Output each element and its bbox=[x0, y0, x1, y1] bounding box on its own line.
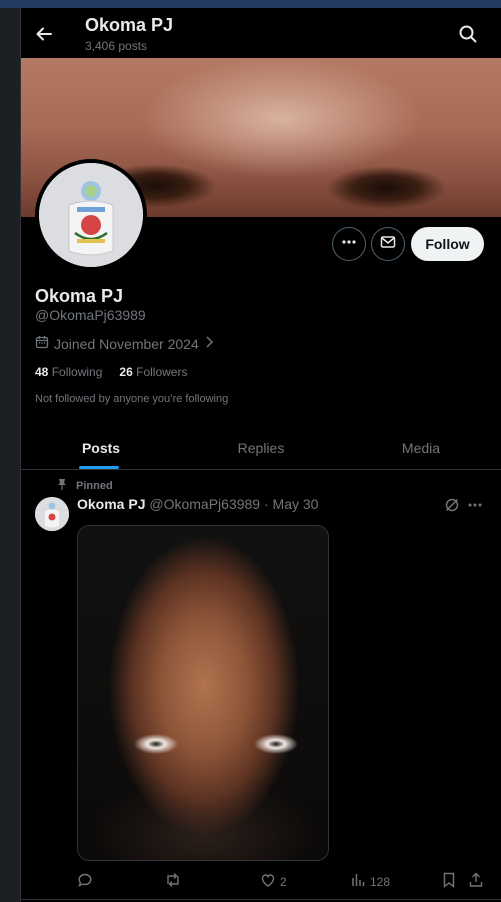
followers-link[interactable]: 26 Followers bbox=[119, 365, 187, 379]
reply-button[interactable] bbox=[77, 872, 93, 891]
envelope-icon bbox=[380, 234, 396, 255]
following-link[interactable]: 48 Following bbox=[35, 365, 102, 379]
tab-posts[interactable]: Posts bbox=[21, 426, 181, 469]
post-author-name[interactable]: Okoma PJ bbox=[77, 496, 145, 512]
left-gutter bbox=[0, 8, 20, 902]
pin-icon bbox=[57, 478, 67, 493]
grok-icon[interactable] bbox=[444, 497, 460, 518]
repost-button[interactable] bbox=[164, 872, 182, 891]
followers-label: Followers bbox=[136, 365, 188, 379]
post-divider bbox=[21, 899, 501, 900]
profile-tabs: Posts Replies Media bbox=[21, 426, 501, 470]
profile-name: Okoma PJ bbox=[35, 286, 124, 306]
tab-label: Posts bbox=[81, 439, 121, 456]
post-header: Okoma PJ @OkomaPj63989 · May 30 bbox=[77, 496, 318, 512]
following-label: Following bbox=[51, 365, 103, 379]
followers-count: 26 bbox=[119, 365, 133, 379]
active-tab-indicator bbox=[79, 466, 119, 469]
profile-column: Okoma PJ 3,406 posts Follow Okoma PJ @Ok… bbox=[21, 8, 501, 902]
not-followed-notice: Not followed by anyone you’re following bbox=[35, 393, 229, 405]
chevron-right-icon[interactable] bbox=[204, 335, 214, 352]
arrow-left-icon[interactable] bbox=[34, 24, 54, 44]
profile-avatar[interactable] bbox=[35, 159, 147, 271]
tab-replies[interactable]: Replies bbox=[181, 426, 341, 469]
pinned-label: Pinned bbox=[76, 479, 113, 492]
share-icon bbox=[468, 872, 484, 891]
post-action-bar: 2 128 bbox=[77, 872, 487, 892]
profile-handle: @OkomaPj63989 bbox=[35, 307, 146, 323]
heart-icon bbox=[260, 872, 276, 891]
tab-media[interactable]: Media bbox=[341, 426, 501, 469]
post-media-image[interactable] bbox=[77, 525, 329, 861]
tab-label: Replies bbox=[237, 439, 285, 456]
repost-icon bbox=[164, 872, 182, 891]
share-button[interactable] bbox=[468, 872, 484, 891]
header-title: Okoma PJ bbox=[85, 15, 174, 35]
more-dots-icon[interactable] bbox=[467, 497, 483, 518]
like-count: 2 bbox=[280, 874, 287, 889]
bookmark-icon bbox=[442, 872, 456, 891]
avatar-image bbox=[39, 163, 143, 267]
more-dots-icon bbox=[341, 234, 357, 255]
message-button[interactable] bbox=[371, 227, 405, 261]
pinned-indicator: Pinned bbox=[57, 478, 113, 493]
more-options-button[interactable] bbox=[332, 227, 366, 261]
post-author-avatar[interactable] bbox=[35, 497, 69, 531]
bar-chart-icon bbox=[350, 872, 366, 891]
like-button[interactable]: 2 bbox=[260, 872, 287, 891]
joined-date: Joined November 2024 bbox=[35, 335, 214, 352]
tab-label: Media bbox=[401, 439, 441, 456]
calendar-icon bbox=[35, 335, 49, 352]
post-author-handle[interactable]: @OkomaPj63989 bbox=[149, 496, 260, 512]
follow-button[interactable]: Follow bbox=[411, 227, 484, 261]
header-post-count: 3,406 posts bbox=[85, 39, 148, 53]
views-button[interactable]: 128 bbox=[350, 872, 390, 891]
window-top-strip bbox=[0, 0, 501, 8]
follow-stats: 48 Following 26 Followers bbox=[35, 365, 187, 379]
reply-icon bbox=[77, 872, 93, 891]
profile-header-bar: Okoma PJ 3,406 posts bbox=[21, 8, 501, 58]
view-count: 128 bbox=[370, 874, 391, 889]
post-date[interactable]: · May 30 bbox=[264, 496, 318, 512]
search-icon[interactable] bbox=[458, 24, 478, 44]
bookmark-button[interactable] bbox=[442, 872, 456, 891]
following-count: 48 bbox=[35, 365, 49, 379]
joined-text: Joined November 2024 bbox=[54, 335, 199, 352]
